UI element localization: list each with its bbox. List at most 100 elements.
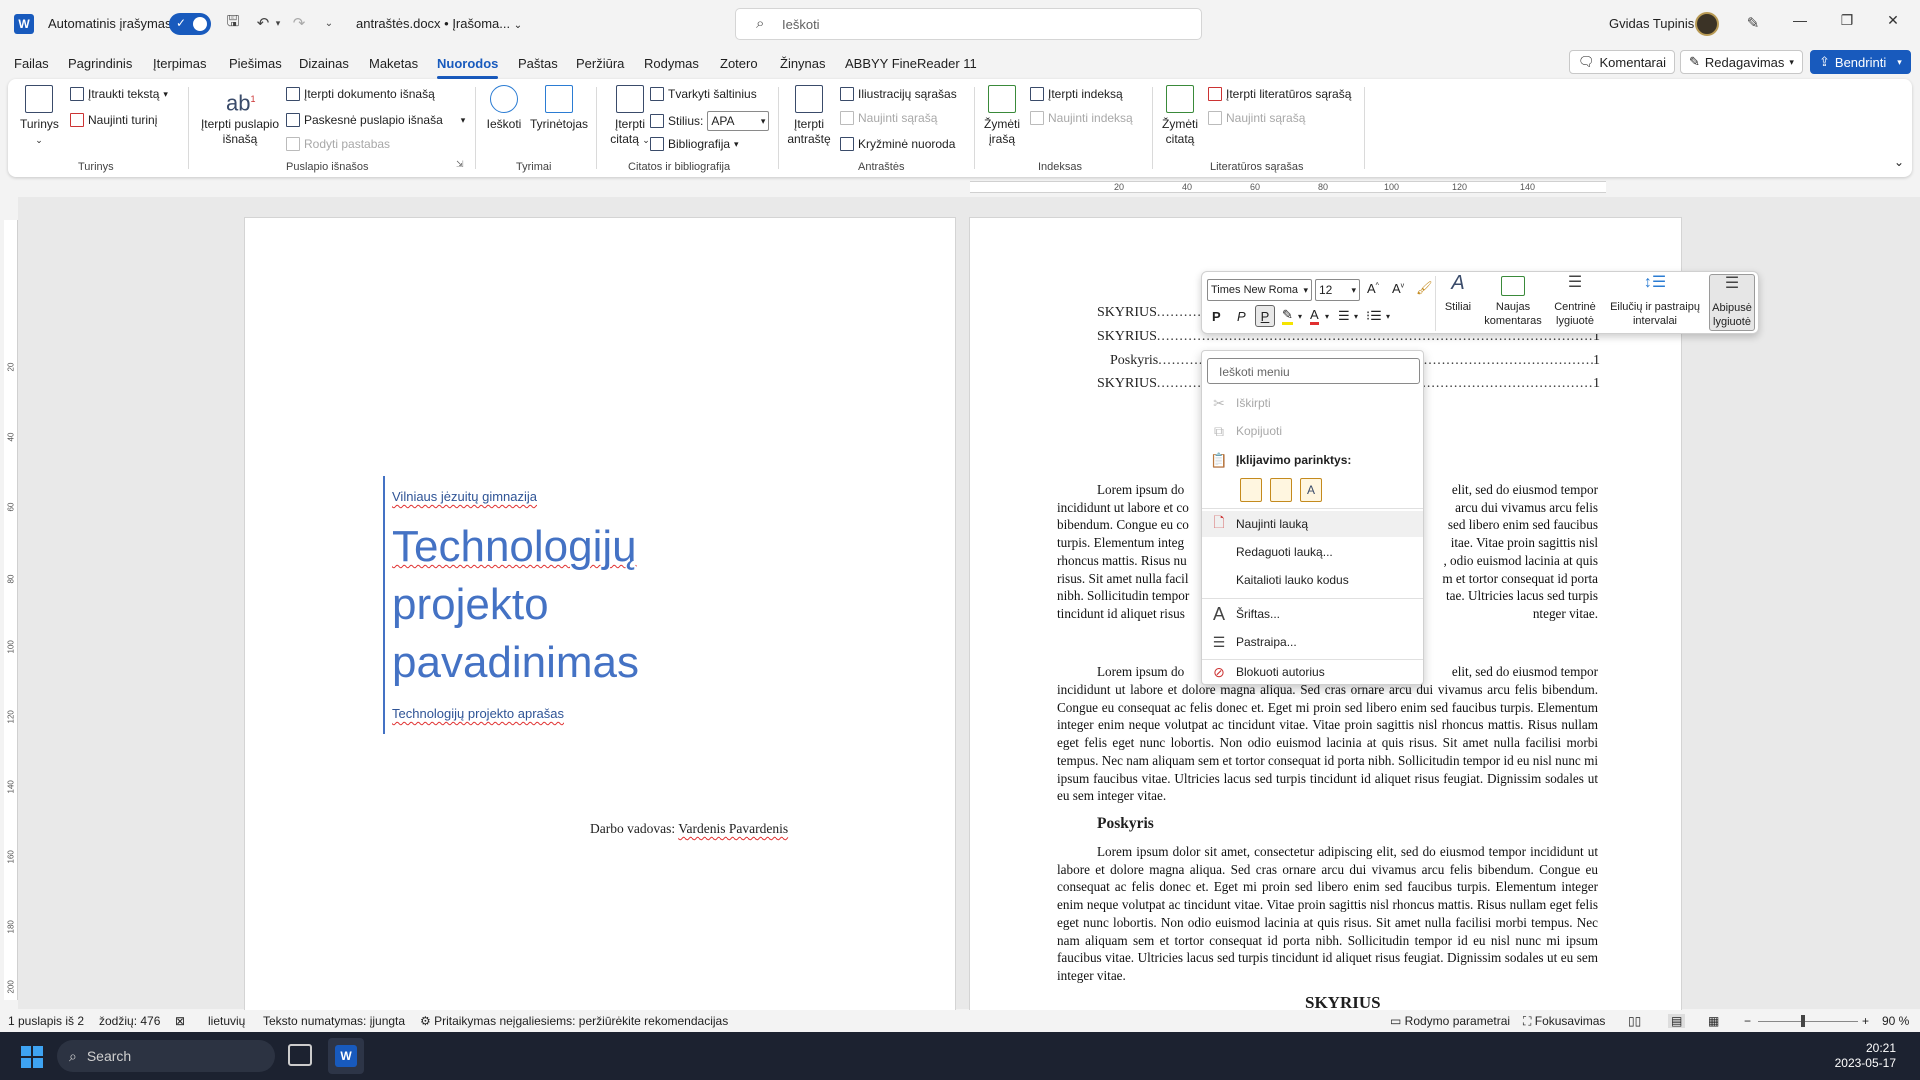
paste-text-only-icon[interactable]: A: [1300, 478, 1322, 502]
system-clock[interactable]: 20:21 2023-05-17: [1835, 1041, 1896, 1071]
collapse-ribbon-icon[interactable]: ⌄: [1894, 155, 1904, 169]
italic-button[interactable]: P: [1237, 309, 1246, 324]
tab-pagrindinis[interactable]: Pagrindinis: [68, 56, 132, 71]
pen-icon[interactable]: ✎: [1742, 12, 1764, 34]
close-button[interactable]: ✕: [1878, 12, 1908, 34]
autosave-toggle[interactable]: ✓: [169, 13, 211, 35]
cover-subtitle[interactable]: Technologijų projekto aprašas: [392, 706, 564, 721]
add-text-button[interactable]: Įtraukti tekstą ▾: [70, 87, 168, 101]
line-spacing-button[interactable]: ↕☰ Eilučių ir pastraipų intervalai: [1605, 275, 1705, 328]
tab-rodymas[interactable]: Rodymas: [644, 56, 699, 71]
update-toc-button[interactable]: Naujinti turinį: [70, 113, 157, 127]
mark-entry-button[interactable]: Žymėti įrašą: [980, 85, 1024, 147]
table-of-figures-button[interactable]: Iliustracijų sąrašas: [840, 87, 957, 101]
task-view-icon[interactable]: [288, 1044, 312, 1066]
paragraph-fragment-left[interactable]: Lorem ipsum do: [1057, 663, 1217, 681]
paste-merge-formatting-icon[interactable]: [1270, 478, 1292, 502]
menu-search-input[interactable]: Ieškoti meniu: [1207, 358, 1420, 384]
body-paragraph[interactable]: incididunt ut labore et dolore magna ali…: [1057, 681, 1598, 805]
tab-maketas[interactable]: Maketas: [369, 56, 418, 71]
read-mode-icon[interactable]: ▯▯: [1628, 1014, 1641, 1028]
tab-abbyy[interactable]: ABBYY FineReader 11: [845, 56, 977, 71]
tab-piesimas[interactable]: Piešimas: [229, 56, 282, 71]
tab-pastas[interactable]: Paštas: [518, 56, 558, 71]
update-field-menu-item[interactable]: 🗋 Naujinti lauką: [1202, 511, 1423, 537]
zoom-in-icon[interactable]: +: [1862, 1014, 1869, 1028]
insert-index-button[interactable]: Įterpti indeksą: [1030, 87, 1123, 101]
print-layout-icon[interactable]: ▤: [1668, 1014, 1686, 1028]
citation-style-select[interactable]: APA ▾: [707, 111, 770, 131]
display-settings[interactable]: ▭ Rodymo parametrai: [1390, 1014, 1510, 1028]
font-color-dropdown-icon[interactable]: ▾: [1325, 312, 1329, 321]
zoom-slider[interactable]: [1758, 1021, 1858, 1022]
supervisor-line[interactable]: Darbo vadovas: Vardenis Pavardenis: [590, 821, 788, 837]
paste-keep-formatting-icon[interactable]: [1240, 478, 1262, 502]
horizontal-ruler[interactable]: 20 40 60 80 100 120 140: [970, 181, 1606, 193]
bullets-icon[interactable]: ☰: [1338, 308, 1350, 324]
zoom-level[interactable]: 90 %: [1882, 1014, 1909, 1028]
user-name[interactable]: Gvidas Tupinis: [1609, 16, 1694, 31]
comments-button[interactable]: 🗨 Komentarai: [1569, 50, 1675, 74]
page-count[interactable]: 1 puslapis iš 2: [8, 1014, 84, 1028]
minimize-button[interactable]: —: [1785, 12, 1815, 34]
highlight-icon[interactable]: ✎: [1282, 308, 1293, 325]
manage-sources-button[interactable]: Tvarkyti šaltinius: [650, 87, 757, 101]
paragraph-menu-item[interactable]: ☰ Pastraipa...: [1202, 629, 1423, 655]
tab-dizainas[interactable]: Dizainas: [299, 56, 349, 71]
proofing-icon[interactable]: ⊠: [175, 1014, 185, 1028]
mark-citation-button[interactable]: Žymėti citatą: [1158, 85, 1202, 147]
word-count[interactable]: žodžių: 476: [99, 1014, 160, 1028]
zoom-slider-thumb[interactable]: [1801, 1015, 1805, 1027]
vertical-ruler[interactable]: 20 40 60 80 100 120 140 160 180 200: [4, 220, 18, 1000]
focus-mode[interactable]: ⛶ Fokusavimas: [1523, 1014, 1605, 1029]
update-authorities-button[interactable]: Naujinti sąrašą: [1208, 111, 1305, 125]
highlight-dropdown-icon[interactable]: ▾: [1298, 312, 1302, 321]
tab-nuorodos[interactable]: Nuorodos: [437, 56, 499, 79]
share-button[interactable]: ⇪ Bendrinti ▾: [1810, 50, 1911, 74]
grow-font-icon[interactable]: A^: [1367, 281, 1379, 296]
document-title[interactable]: antraštės.docx • Įrašoma... ⌄: [356, 16, 522, 31]
new-comment-button[interactable]: Naujas komentaras: [1482, 276, 1544, 328]
text-predictions[interactable]: Teksto numatymas: įjungta: [263, 1014, 405, 1028]
cross-reference-button[interactable]: Kryžminė nuoroda: [840, 137, 955, 151]
redo-icon[interactable]: ↷: [288, 12, 310, 34]
font-select[interactable]: Times New Roma ▾: [1207, 279, 1312, 301]
footnotes-dialog-launcher-icon[interactable]: ⇲: [456, 159, 464, 170]
taskbar-search[interactable]: ⌕ Search: [57, 1040, 275, 1072]
toc-button[interactable]: Turinys ⌄: [20, 85, 59, 148]
taskbar-word-button[interactable]: W: [328, 1038, 364, 1074]
show-notes-button[interactable]: Rodyti pastabas: [286, 137, 390, 151]
insert-endnote-button[interactable]: Įterpti dokumento išnašą: [286, 87, 435, 101]
copy-menu-item[interactable]: ⧉ Kopijuoti: [1202, 418, 1423, 444]
insert-footnote-button[interactable]: ab1 Įterpti puslapio išnašą: [198, 85, 282, 147]
center-align-button[interactable]: ☰ Centrinė lygiuotė: [1549, 275, 1601, 328]
font-size-select[interactable]: 12 ▾: [1315, 279, 1360, 301]
zoom-out-icon[interactable]: −: [1744, 1014, 1751, 1028]
search-box[interactable]: ⌕ Ieškoti: [735, 8, 1202, 40]
bullets-dropdown-icon[interactable]: ▾: [1354, 312, 1358, 321]
body-paragraph[interactable]: Lorem ipsum dolor sit amet, consectetur …: [1057, 843, 1598, 986]
format-painter-icon[interactable]: 🖌: [1416, 280, 1433, 296]
next-footnote-button[interactable]: Paskesnė puslapio išnaša ▾: [286, 113, 465, 127]
paragraph-fragment-right[interactable]: elit, sed do eiusmod tempor: [1424, 663, 1598, 681]
block-authors-menu-item[interactable]: ⊘ Blokuoti autorius: [1202, 659, 1423, 685]
researcher-button[interactable]: Tyrinėtojas: [528, 85, 590, 132]
insert-caption-button[interactable]: Įterpti antraštę: [784, 85, 834, 147]
numbering-icon[interactable]: ⁝☰: [1366, 308, 1382, 324]
font-color-icon[interactable]: A: [1310, 308, 1319, 325]
tab-perziura[interactable]: Peržiūra: [576, 56, 624, 71]
shrink-font-icon[interactable]: Av: [1392, 281, 1404, 296]
accessibility-status[interactable]: ⚙ Pritaikymas neįgaliesiems: peržiūrėkit…: [420, 1014, 728, 1028]
cover-school[interactable]: Vilniaus jėzuitų gimnazija: [392, 489, 537, 504]
tab-iterpimas[interactable]: Įterpimas: [153, 56, 206, 71]
search-ribbon-button[interactable]: Ieškoti: [482, 85, 526, 132]
underline-button[interactable]: P: [1255, 305, 1275, 327]
tab-failas[interactable]: Failas: [14, 56, 49, 71]
save-icon[interactable]: 🖫: [222, 12, 244, 34]
subsection-heading[interactable]: Poskyris: [1097, 815, 1154, 833]
restore-button[interactable]: ❐: [1832, 12, 1862, 34]
update-figures-button[interactable]: Naujinti sąrašą: [840, 111, 937, 125]
customize-qat-icon[interactable]: ⌄: [318, 12, 340, 34]
bibliography-button[interactable]: Bibliografija ▾: [650, 137, 739, 151]
toggle-field-codes-menu-item[interactable]: Kaitalioti lauko kodus: [1202, 567, 1423, 593]
